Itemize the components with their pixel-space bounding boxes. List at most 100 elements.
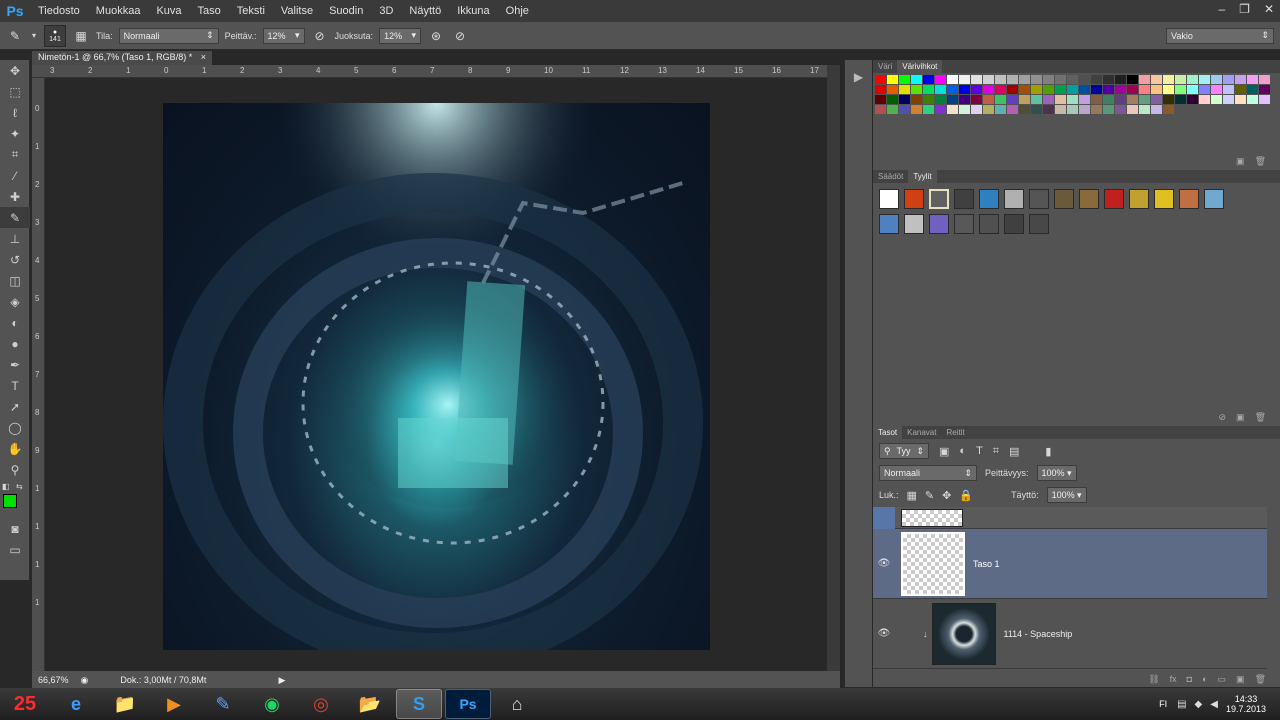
color-swatch[interactable] (1079, 75, 1090, 84)
color-swatch[interactable] (983, 85, 994, 94)
color-swatch[interactable] (1223, 95, 1234, 104)
dodge-tool-icon[interactable]: ● (0, 333, 30, 354)
color-swatch[interactable] (1235, 95, 1246, 104)
color-swatch[interactable] (875, 95, 886, 104)
color-swatch[interactable] (995, 75, 1006, 84)
color-swatch[interactable] (1103, 95, 1114, 104)
color-swatch[interactable] (1151, 95, 1162, 104)
tab-channels[interactable]: Kanavat (902, 426, 941, 439)
color-swatch[interactable] (1043, 75, 1054, 84)
color-swatch[interactable] (1067, 75, 1078, 84)
style-preset[interactable] (1029, 189, 1049, 209)
lock-image-icon[interactable]: ✎ (925, 489, 934, 502)
color-swatch[interactable] (959, 85, 970, 94)
style-preset[interactable] (979, 189, 999, 209)
style-preset[interactable] (929, 189, 949, 209)
color-swatch[interactable] (1163, 95, 1174, 104)
color-swatch[interactable] (1163, 85, 1174, 94)
document-tab[interactable]: Nimetön-1 @ 66,7% (Taso 1, RGB/8) * × (32, 51, 212, 65)
tab-paths[interactable]: Reitit (941, 426, 969, 439)
color-swatch[interactable] (1067, 95, 1078, 104)
delete-style-icon[interactable]: 🗑 (1255, 412, 1266, 423)
hand-tool-icon[interactable]: ✋ (0, 438, 30, 459)
color-swatch[interactable] (1259, 75, 1270, 84)
restore-button[interactable]: ❐ (1239, 2, 1250, 16)
new-group-icon[interactable]: ▭ (1218, 674, 1227, 685)
color-swatch[interactable] (1079, 95, 1090, 104)
color-swatch[interactable] (1067, 85, 1078, 94)
color-swatch[interactable] (1115, 95, 1126, 104)
taskbar-spotify-icon[interactable]: ◉ (249, 689, 295, 719)
color-swatch[interactable] (1199, 85, 1210, 94)
color-swatch[interactable] (935, 85, 946, 94)
color-swatch[interactable] (1007, 95, 1018, 104)
move-tool-icon[interactable]: ✥ (0, 60, 30, 81)
style-preset[interactable] (954, 189, 974, 209)
path-selection-tool-icon[interactable]: ➚ (0, 396, 30, 417)
pressure-opacity-icon[interactable]: ⊘ (311, 27, 329, 45)
color-swatch[interactable] (1151, 75, 1162, 84)
style-preset[interactable] (1154, 189, 1174, 209)
layer-row-partial[interactable] (873, 506, 1267, 529)
style-preset[interactable] (879, 189, 899, 209)
language-indicator[interactable]: FI (1159, 699, 1167, 709)
color-swatch[interactable] (1103, 85, 1114, 94)
color-swatch[interactable] (899, 75, 910, 84)
foreground-color-swatch[interactable] (3, 494, 17, 508)
color-swatch[interactable] (899, 105, 910, 114)
color-swatch[interactable] (983, 105, 994, 114)
color-swatch[interactable] (971, 75, 982, 84)
color-swatch[interactable] (875, 105, 886, 114)
color-swatch[interactable] (887, 75, 898, 84)
color-swatch[interactable] (1019, 75, 1030, 84)
lock-all-icon[interactable]: 🔒 (959, 489, 973, 502)
color-swatch[interactable] (923, 105, 934, 114)
screen-mode-icon[interactable]: ▭ (0, 539, 30, 560)
taskbar-skype-icon[interactable]: S (396, 689, 442, 719)
brush-tool-icon[interactable]: ✎ (0, 207, 30, 228)
color-swatch[interactable] (1007, 85, 1018, 94)
eyedropper-tool-icon[interactable]: ⁄ (0, 165, 30, 186)
flow-field[interactable]: 12% ▾ (379, 27, 422, 44)
color-swatch[interactable] (1007, 75, 1018, 84)
color-swatch[interactable] (1019, 105, 1030, 114)
new-layer-icon[interactable]: ▣ (1236, 674, 1245, 685)
link-layers-icon[interactable]: ⛓ (1148, 674, 1159, 685)
type-tool-icon[interactable]: T (0, 375, 30, 396)
color-swatch[interactable] (1139, 95, 1150, 104)
adjustment-layer-icon[interactable]: ◐ (1202, 674, 1207, 684)
color-swatch[interactable] (1235, 75, 1246, 84)
close-window-button[interactable]: ✕ (1264, 2, 1274, 16)
color-swatch[interactable] (1091, 75, 1102, 84)
color-swatch[interactable] (1247, 85, 1258, 94)
tab-swatches[interactable]: Värivihkot (897, 60, 943, 73)
menu-view[interactable]: Näyttö (401, 5, 449, 17)
style-preset[interactable] (1054, 189, 1074, 209)
zoom-options-icon[interactable]: ◉ (81, 675, 89, 686)
color-swatch[interactable] (1151, 105, 1162, 114)
tab-adjustments[interactable]: Säädöt (873, 170, 908, 183)
color-swatch[interactable] (899, 95, 910, 104)
color-swatch[interactable] (911, 75, 922, 84)
color-swatch[interactable] (1091, 105, 1102, 114)
menu-layer[interactable]: Taso (190, 5, 229, 17)
clone-stamp-tool-icon[interactable]: ⊥ (0, 228, 30, 249)
color-swatch[interactable] (1055, 75, 1066, 84)
eraser-tool-icon[interactable]: ◫ (0, 270, 30, 291)
color-swatch[interactable] (887, 85, 898, 94)
color-swatch[interactable] (911, 95, 922, 104)
color-swatch[interactable] (1031, 75, 1042, 84)
quick-mask-icon[interactable]: ◙ (0, 518, 30, 539)
taskbar-media-icon[interactable]: ▶ (151, 689, 197, 719)
color-swatch[interactable] (923, 75, 934, 84)
zoom-tool-icon[interactable]: ⚲ (0, 459, 30, 480)
color-swatch[interactable] (971, 105, 982, 114)
color-swatch[interactable] (971, 85, 982, 94)
airbrush-icon[interactable]: ⊛ (427, 27, 445, 45)
filter-smart-object-icon[interactable]: ▤ (1009, 445, 1019, 458)
color-swatch[interactable] (1187, 95, 1198, 104)
delete-swatch-icon[interactable]: 🗑 (1255, 156, 1266, 167)
color-swatch[interactable] (995, 85, 1006, 94)
color-swatch[interactable] (1127, 75, 1138, 84)
new-style-icon[interactable]: ▣ (1236, 412, 1245, 423)
